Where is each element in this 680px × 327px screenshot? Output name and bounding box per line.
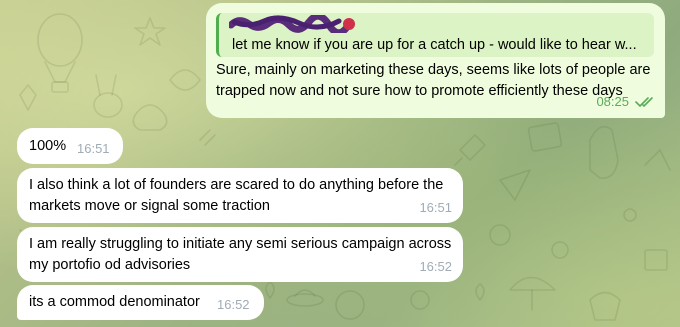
incoming-message-bubble[interactable]: I am really struggling to initiate any s… (17, 227, 463, 282)
message-time: 08:25 (596, 94, 629, 109)
message-text: its a commod denominator (29, 294, 200, 310)
outgoing-message-bubble[interactable]: let me know if you are up for a catch up… (206, 3, 665, 118)
incoming-message-bubble[interactable]: I also think a lot of founders are scare… (17, 168, 463, 223)
message-meta: 08:25 (596, 91, 655, 112)
incoming-message-bubble[interactable]: its a commod denominator 16:52 (17, 285, 264, 320)
incoming-message-bubble[interactable]: 100% 16:51 (17, 128, 123, 164)
message-time: 16:52 (217, 297, 250, 312)
message-time: 16:52 (419, 259, 452, 274)
message-time: 16:51 (77, 141, 110, 156)
double-check-icon (635, 96, 655, 108)
reply-preview[interactable]: let me know if you are up for a catch up… (216, 13, 654, 57)
message-time: 16:51 (419, 200, 452, 215)
message-text: I am really struggling to initiate any s… (29, 236, 452, 273)
message-text: 100% (29, 138, 67, 154)
message-text: Sure, mainly on marketing these days, se… (216, 62, 651, 99)
reply-preview-text: let me know if you are up for a catch up… (232, 37, 637, 53)
message-text: I also think a lot of founders are scare… (29, 177, 444, 214)
redacted-name-scribble (229, 15, 355, 33)
